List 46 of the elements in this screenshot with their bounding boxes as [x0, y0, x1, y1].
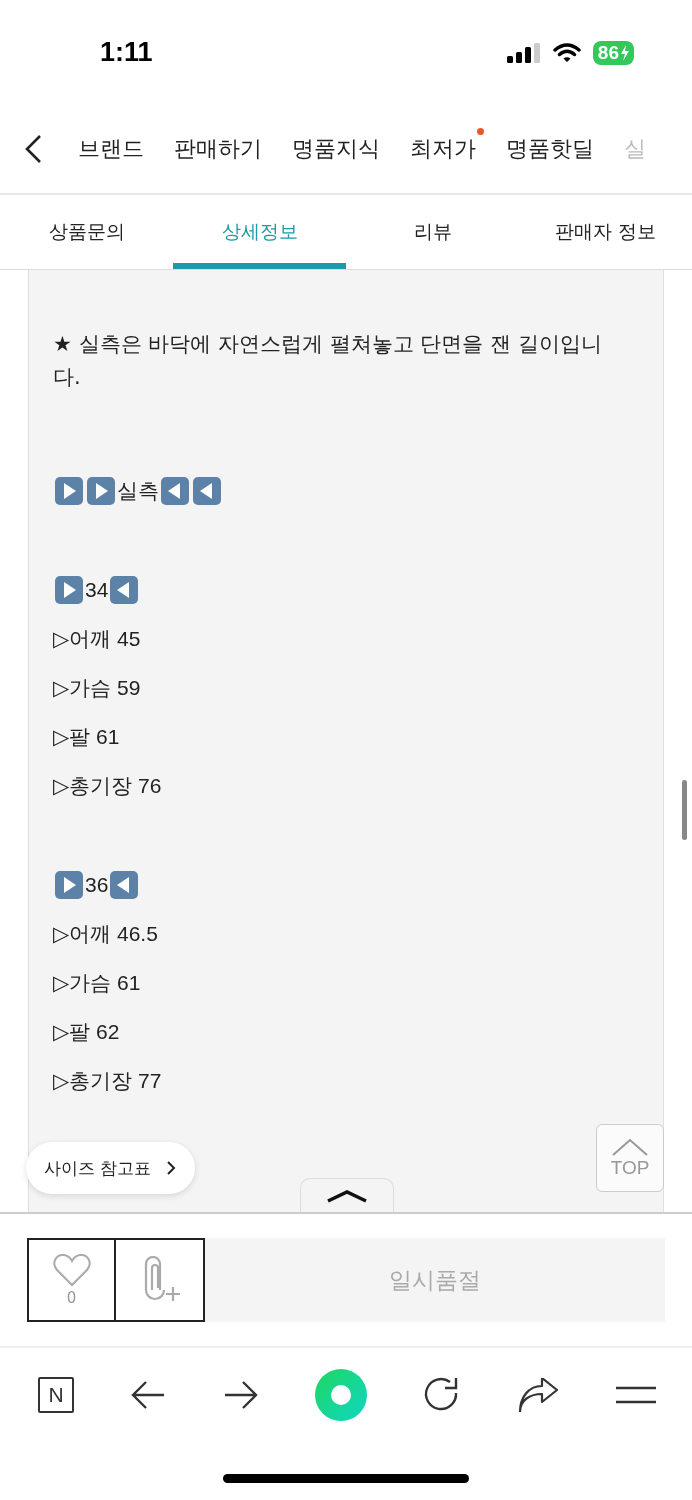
measurement-text: ▷어깨 45: [53, 625, 141, 652]
nav-menu-item[interactable]: 명품핫딜: [506, 134, 594, 164]
measurement-text: ▷총기장 77: [53, 1067, 162, 1094]
measure-heading: 실측: [117, 477, 159, 504]
measurement-text: ▷총기장 76: [53, 772, 162, 799]
play-button-icon: [54, 574, 84, 605]
measurement-text: ▷가슴 61: [53, 969, 141, 996]
reverse-button-icon: [109, 869, 140, 900]
heart-icon: [52, 1253, 91, 1287]
tab[interactable]: 리뷰: [346, 195, 519, 269]
chevron-up-icon: [611, 1137, 649, 1157]
status-time: 1:11: [100, 37, 153, 68]
share-icon[interactable]: [517, 1378, 560, 1412]
wifi-icon: [552, 42, 581, 63]
measurement-text: ▷어깨 46.5: [53, 920, 158, 947]
play-button-icon: [54, 869, 84, 900]
back-arrow-icon[interactable]: [130, 1379, 167, 1411]
nav-menu-item[interactable]: 판매하기: [174, 134, 262, 164]
size-label: 34: [85, 577, 109, 602]
measurement-text: ▷팔 61: [53, 723, 120, 750]
scroll-bar: [682, 780, 687, 840]
battery-icon: 86: [592, 40, 634, 65]
expand-handle[interactable]: [300, 1178, 394, 1212]
chevron-up-icon: [325, 1187, 369, 1204]
reverse-button-icon: [160, 475, 190, 506]
nav-menu-item[interactable]: 브랜드: [78, 134, 144, 164]
add-clip-button[interactable]: [116, 1238, 205, 1322]
back-icon[interactable]: [24, 134, 42, 164]
reverse-button-icon: [192, 475, 222, 506]
measurement-text: ▷팔 62: [53, 1018, 120, 1045]
nav-menu-item[interactable]: 명품지식: [292, 134, 380, 164]
measure-note: ★ 실측은 바닥에 자연스럽게 펼쳐놓고 단면을 잰 길이입니다.: [53, 331, 603, 391]
nav-menu-item[interactable]: 최저가: [410, 134, 476, 164]
tab[interactable]: 상품문의: [0, 195, 173, 269]
size-label: 36: [85, 872, 109, 897]
home-logo-button[interactable]: N: [38, 1377, 74, 1413]
chevron-right-icon: [165, 1159, 178, 1177]
size-chart-button[interactable]: 사이즈 참고표: [26, 1142, 196, 1194]
forward-arrow-icon[interactable]: [222, 1379, 259, 1411]
reverse-button-icon: [109, 574, 140, 605]
play-button-icon: [86, 475, 116, 506]
tab[interactable]: 판매자 정보: [519, 195, 692, 269]
measurement-text: ▷가슴 59: [53, 674, 141, 701]
menu-icon[interactable]: [615, 1386, 656, 1404]
play-button-icon: [54, 475, 84, 506]
signal-icon: [506, 42, 541, 63]
